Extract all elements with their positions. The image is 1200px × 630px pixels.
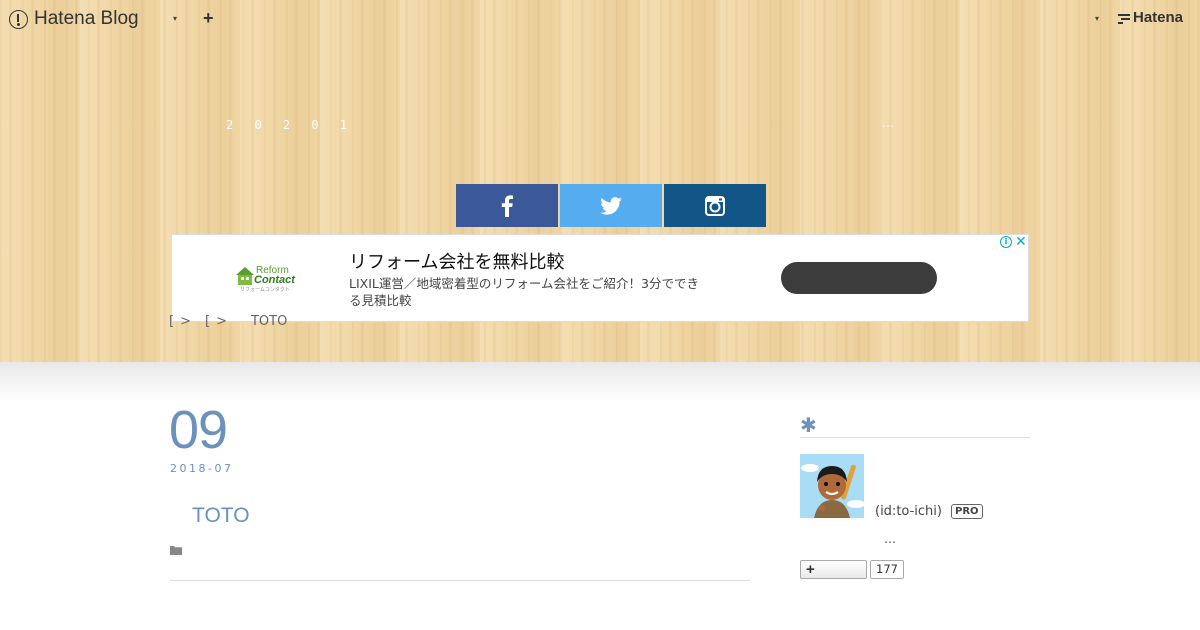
entry-divider [170,580,750,581]
follower-count: 177 [870,560,904,579]
social-links [456,184,766,227]
hatena-blog-logo-icon [9,9,28,29]
avatar[interactable] [800,454,864,518]
avatar-image [800,454,864,518]
hatena-link-label: Hatena [1133,9,1184,26]
hatena-link[interactable]: Hatena [1118,9,1183,26]
blog-header-date: 2 0 2 0 1 [226,118,355,132]
global-header: Hatena Blog ▾ + ▾ Hatena [0,0,1200,38]
add-post-button[interactable]: + [203,8,214,29]
reform-contact-logo: Reform Contact リフォームコンタクト [234,265,298,295]
entry-date-day[interactable]: 09 [169,402,228,458]
breadcrumb-item[interactable]: [ [205,314,210,329]
ad-cta-button[interactable] [781,262,937,294]
hatena-mark-icon [1118,13,1130,24]
blog-header-ellipsis: … [882,116,894,130]
ad-info-icon[interactable]: i [1000,236,1012,248]
profile-id-text[interactable]: (id:to-ichi) [875,504,942,519]
profile-description: … [884,532,896,546]
header-shadow [0,362,1200,402]
facebook-icon [501,194,513,217]
ad-logo-line3: リフォームコンタクト [240,287,290,293]
folder-icon [170,546,182,555]
profile-id: (id:to-ichi) PRO [875,504,983,519]
entry-title[interactable]: TOTO [192,504,250,528]
ad-banner[interactable]: Reform Contact リフォームコンタクト リフォーム会社を無料比較 L… [171,234,1029,322]
breadcrumb-item[interactable]: [ [169,314,174,329]
follow-plus-icon: + [806,561,815,578]
sidebar-heading: ✱ [800,413,817,437]
facebook-button[interactable] [456,184,558,227]
ad-description: LIXIL運営／地域密着型のリフォーム会社をご紹介！3分でできる見積比較 [349,276,699,308]
hatena-blog-logo-link[interactable]: Hatena Blog [9,6,139,32]
brand-menu-caret[interactable]: ▾ [173,14,177,23]
instagram-button[interactable] [664,184,766,227]
entry-date-year-month[interactable]: 2018-07 [170,462,233,475]
sidebar-divider [800,437,1030,438]
ad-title[interactable]: リフォーム会社を無料比較 [349,248,564,274]
twitter-button[interactable] [560,184,662,227]
breadcrumb-separator: > [180,314,191,329]
breadcrumb-current: TOTO [250,314,288,329]
breadcrumb: [ > [ > TOTO [169,314,287,329]
follow-button[interactable]: + [800,560,867,579]
pro-badge: PRO [950,504,983,519]
instagram-icon [705,195,725,216]
user-menu-caret[interactable]: ▾ [1095,14,1099,23]
breadcrumb-separator: > [216,314,227,329]
house-icon [236,267,254,285]
ad-logo-line2: Contact [254,274,295,286]
brand-label: Hatena Blog [34,8,139,29]
ad-close-icon[interactable]: ✕ [1015,234,1027,250]
twitter-icon [600,196,622,215]
